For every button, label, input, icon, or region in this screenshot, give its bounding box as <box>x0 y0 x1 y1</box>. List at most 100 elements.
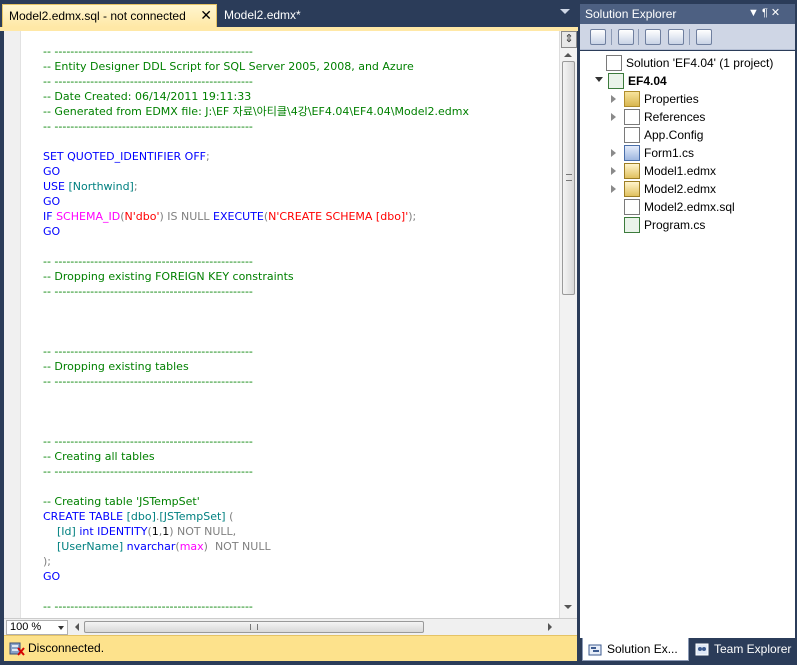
vertical-scroll-thumb[interactable] <box>562 61 575 295</box>
code-token: ) IS NULL <box>159 210 214 223</box>
code-token: -- -------------------------------------… <box>43 285 253 298</box>
grip-icon <box>566 174 572 181</box>
code-line: GO <box>43 224 558 239</box>
code-token: -- -------------------------------------… <box>43 120 253 133</box>
code-line: GO <box>43 569 558 584</box>
tab-label: Model2.edmx* <box>224 8 301 22</box>
code-line: -- -------------------------------------… <box>43 284 558 299</box>
zoom-select[interactable]: 100 % <box>6 620 68 635</box>
code-token: max <box>179 540 204 553</box>
solution-icon <box>606 55 622 71</box>
code-line: -- Dropping existing FOREIGN KEY constra… <box>43 269 558 284</box>
document-tab-strip: Model2.edmx.sql - not connected ✕ Model2… <box>0 0 578 27</box>
toolbar-separator <box>638 29 639 45</box>
toolbar-separator <box>611 29 612 45</box>
vertical-scrollbar[interactable]: ⇕ <box>559 31 577 618</box>
team-explorer-icon <box>695 643 709 656</box>
tree-item-ef4-04[interactable]: EF4.04 <box>580 72 795 90</box>
code-line: -- Creating all tables <box>43 449 558 464</box>
close-icon[interactable]: ✕ <box>200 8 212 22</box>
tree-item-references[interactable]: References <box>580 108 795 126</box>
code-token: -- -------------------------------------… <box>43 45 253 58</box>
tree-item-label: References <box>644 110 706 124</box>
editor-bottom-bar: 100 % <box>4 618 577 635</box>
scroll-up-icon[interactable] <box>564 53 572 57</box>
code-token: IF <box>43 210 57 223</box>
tab-model2-edmx[interactable]: Model2.edmx* <box>218 4 328 27</box>
collapsed-arrow-icon[interactable] <box>611 113 616 121</box>
cs-icon <box>624 217 640 233</box>
tree-item-label: Model1.edmx <box>644 164 717 178</box>
scroll-down-icon[interactable] <box>564 605 572 609</box>
code-line: -- -------------------------------------… <box>43 374 558 389</box>
window-position-icon[interactable]: ▼ ¶ ✕ <box>748 6 780 19</box>
chevron-down-icon[interactable] <box>58 626 64 630</box>
tree-item-model2-edmx[interactable]: Model2.edmx <box>580 180 795 198</box>
show-all-files-icon[interactable] <box>618 29 634 45</box>
collapsed-arrow-icon[interactable] <box>611 149 616 157</box>
code-text-area[interactable]: -- -------------------------------------… <box>43 44 558 614</box>
tree-item-label: App.Config <box>644 128 704 142</box>
tab-solution-explorer[interactable]: Solution Ex... <box>582 638 689 661</box>
code-token: [Northwind] <box>68 180 134 193</box>
status-text: Disconnected. <box>28 641 105 655</box>
code-token: GO <box>43 225 61 238</box>
code-line: [Id] int IDENTITY(1,1) NOT NULL, <box>43 524 558 539</box>
toolbar-separator <box>689 29 690 45</box>
collapsed-arrow-icon[interactable] <box>611 167 616 175</box>
code-token: ) NOT NULL, <box>169 525 237 538</box>
tree-item-properties[interactable]: Properties <box>580 90 795 108</box>
solution-explorer-panel: Solution Explorer ▼ ¶ ✕ Solution 'EF4.04… <box>580 4 795 663</box>
code-token: USE <box>43 180 69 193</box>
expanded-arrow-icon[interactable] <box>595 77 603 82</box>
split-window-button[interactable]: ⇕ <box>561 31 577 48</box>
code-token: GO <box>43 195 61 208</box>
tab-model2-edmx-sql[interactable]: Model2.edmx.sql - not connected ✕ <box>2 4 217 27</box>
connection-status-bar: Disconnected. <box>4 635 577 661</box>
code-token: -- Creating all tables <box>43 450 155 463</box>
tree-item-form1-cs[interactable]: Form1.cs <box>580 144 795 162</box>
scroll-right-icon[interactable] <box>548 623 552 631</box>
tree-item-solution-ef4-04-1-project[interactable]: Solution 'EF4.04' (1 project) <box>580 54 795 72</box>
tree-item-label: Model2.edmx.sql <box>644 200 735 214</box>
code-line: -- -------------------------------------… <box>43 464 558 479</box>
code-token: ; <box>133 180 138 193</box>
class-diagram-icon[interactable] <box>696 29 712 45</box>
code-line: -- -------------------------------------… <box>43 254 558 269</box>
code-token: N'dbo' <box>124 210 160 223</box>
code-token: SCHEMA_ID <box>56 210 121 223</box>
refresh-icon[interactable] <box>668 29 684 45</box>
scroll-left-icon[interactable] <box>75 623 79 631</box>
properties-icon[interactable] <box>590 29 606 45</box>
collapsed-arrow-icon[interactable] <box>611 95 616 103</box>
tab-team-explorer[interactable]: Team Explorer <box>690 638 795 661</box>
tree-item-model2-edmx-sql[interactable]: Model2.edmx.sql <box>580 198 795 216</box>
tree-item-program-cs[interactable]: Program.cs <box>580 216 795 234</box>
panel-title: Solution Explorer <box>585 7 677 21</box>
code-line: -- Entity Designer DDL Script for SQL Se… <box>43 59 558 74</box>
horizontal-scroll-thumb[interactable] <box>84 621 424 633</box>
code-token: N'CREATE SCHEMA [dbo]' <box>268 210 409 223</box>
tree-item-app-config[interactable]: App.Config <box>580 126 795 144</box>
edmx-icon <box>624 163 640 179</box>
tree-item-model1-edmx[interactable]: Model1.edmx <box>580 162 795 180</box>
disconnected-server-icon <box>9 642 25 656</box>
code-editor[interactable]: -- -------------------------------------… <box>4 31 577 618</box>
code-line: [UserName] nvarchar(max) NOT NULL <box>43 539 558 554</box>
view-code-icon[interactable] <box>645 29 661 45</box>
code-line: ); <box>43 554 558 569</box>
code-line: USE [Northwind]; <box>43 179 558 194</box>
references-icon <box>624 109 640 125</box>
code-token: GO <box>43 165 61 178</box>
code-token: ; <box>206 150 210 163</box>
tab-list-dropdown-icon[interactable] <box>560 9 570 14</box>
solution-tree: Solution 'EF4.04' (1 project) EF4.04 Prope… <box>580 51 795 638</box>
collapsed-arrow-icon[interactable] <box>611 185 616 193</box>
tree-item-label: EF4.04 <box>628 74 667 88</box>
